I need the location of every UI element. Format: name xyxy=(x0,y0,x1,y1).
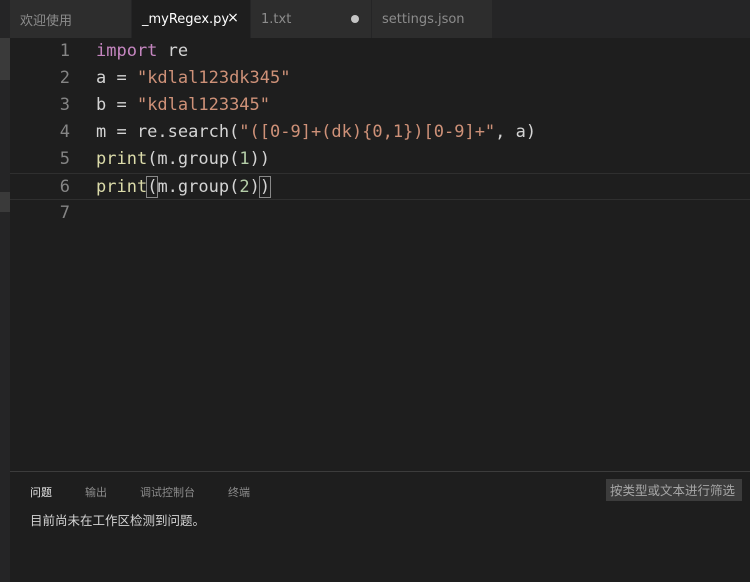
line-number: 7 xyxy=(59,203,70,223)
panel-tab-bar: 问题 输出 调试控制台 终端 xyxy=(30,484,283,503)
panel-tab-output[interactable]: 输出 xyxy=(85,484,107,503)
tab-label: 欢迎使用 xyxy=(20,13,73,29)
line-number: 3 xyxy=(59,95,70,115)
code-line[interactable]: 6 print(m.group(2)) xyxy=(10,173,750,200)
code-token: "([0-9]+(dk){0,1})[0-9]+" xyxy=(239,122,496,142)
line-number: 6 xyxy=(59,177,70,197)
code-text: m = re.search("([0-9]+(dk){0,1})[0-9]+",… xyxy=(96,119,536,146)
code-token: b = xyxy=(96,95,137,115)
tab-label: settings.json xyxy=(382,11,465,27)
unsaved-dot-icon[interactable] xyxy=(351,15,359,23)
problems-message: 目前尚未在工作区检测到问题。 xyxy=(30,513,206,528)
code-token: m = re.search( xyxy=(96,122,240,142)
code-line[interactable]: 2 a = "kdlal123dk345" xyxy=(10,65,750,92)
code-token: print xyxy=(96,177,148,197)
code-token: ( xyxy=(146,176,159,198)
code-editor[interactable]: 1 import re 2 a = "kdlal123dk345" 3 b = "kdla… xyxy=(10,38,750,471)
line-number: 1 xyxy=(59,41,70,61)
code-token: print xyxy=(96,149,148,169)
code-token: , a) xyxy=(495,122,537,142)
tab-label: _myRegex.py xyxy=(142,11,230,27)
line-number: 5 xyxy=(59,149,70,169)
activity-strip xyxy=(0,0,10,582)
problems-filter-input[interactable] xyxy=(606,479,742,501)
code-line[interactable]: 7 xyxy=(10,200,750,227)
panel-tab-debug-console[interactable]: 调试控制台 xyxy=(140,484,195,503)
code-token: import xyxy=(96,41,158,61)
close-icon[interactable]: × xyxy=(226,11,240,25)
panel-tab-problems[interactable]: 问题 xyxy=(30,484,52,503)
code-token: (m.group( xyxy=(147,149,240,169)
code-text: print(m.group(2)) xyxy=(96,174,272,201)
code-text: import re xyxy=(96,38,188,65)
line-number: 2 xyxy=(59,68,70,88)
code-line[interactable]: 4 m = re.search("([0-9]+(dk){0,1})[0-9]+"… xyxy=(10,119,750,146)
code-line[interactable]: 5 print(m.group(1)) xyxy=(10,146,750,173)
code-text: b = "kdlal123345" xyxy=(96,92,270,119)
code-line[interactable]: 3 b = "kdlal123345" xyxy=(10,92,750,119)
panel-tab-terminal[interactable]: 终端 xyxy=(228,484,250,503)
tab-1-txt[interactable]: 1.txt xyxy=(251,0,371,38)
code-token: m.group( xyxy=(157,177,240,197)
editor-tab-bar: 欢迎使用 _myRegex.py × 1.txt settings.json xyxy=(10,0,750,38)
code-token: 1 xyxy=(239,149,250,169)
code-token: "kdlal123345" xyxy=(136,95,271,115)
code-token: 2 xyxy=(239,177,250,197)
code-token: ) xyxy=(258,176,272,198)
code-text: a = "kdlal123dk345" xyxy=(96,65,290,92)
tab-myregex-py[interactable]: _myRegex.py × xyxy=(132,0,250,38)
tab-label: 1.txt xyxy=(261,11,292,27)
code-token: a = xyxy=(96,68,137,88)
tab-welcome[interactable]: 欢迎使用 xyxy=(10,0,131,38)
scroll-marker xyxy=(0,192,10,212)
code-token: "kdlal123dk345" xyxy=(136,68,291,88)
bottom-panel: 问题 输出 调试控制台 终端 目前尚未在工作区检测到问题。 xyxy=(10,471,750,582)
tab-settings-json[interactable]: settings.json xyxy=(372,0,492,38)
code-token: )) xyxy=(249,149,271,169)
code-token: ) xyxy=(249,177,260,197)
line-number: 4 xyxy=(59,122,70,142)
code-line[interactable]: 1 import re xyxy=(10,38,750,65)
code-token: re xyxy=(157,41,189,61)
scroll-marker xyxy=(0,38,10,80)
code-text: print(m.group(1)) xyxy=(96,146,270,173)
